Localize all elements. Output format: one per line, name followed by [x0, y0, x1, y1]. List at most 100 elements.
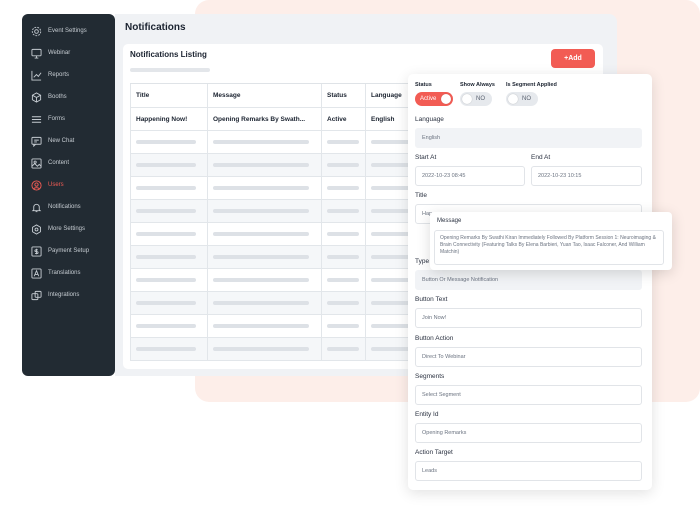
- sidebar-item-label: Payment Setup: [48, 248, 90, 254]
- table-row[interactable]: [130, 154, 420, 177]
- segment-applied-label: Is Segment Applied: [506, 82, 557, 88]
- action-target-field[interactable]: Leads: [415, 461, 642, 481]
- message-label: Message: [437, 218, 462, 224]
- table-row[interactable]: [130, 246, 420, 269]
- table-row[interactable]: [130, 131, 420, 154]
- placeholder-bar: [327, 324, 359, 328]
- placeholder-bar: [213, 232, 309, 236]
- title-label: Title: [415, 192, 428, 199]
- settings-icon: [31, 223, 42, 235]
- placeholder-bar: [371, 278, 411, 282]
- column-header-status[interactable]: Status: [322, 84, 366, 107]
- sidebar-item-payment-setup[interactable]: Payment Setup: [22, 240, 115, 262]
- list-icon: [31, 114, 42, 125]
- segments-field[interactable]: Select Segment: [415, 385, 642, 405]
- table-row[interactable]: [130, 200, 420, 223]
- chart-icon: [31, 70, 42, 81]
- sidebar-item-notifications[interactable]: Notifications: [22, 196, 115, 218]
- end-at-label: End At: [531, 154, 551, 161]
- show-always-toggle[interactable]: NO: [460, 92, 492, 106]
- table-row[interactable]: [130, 338, 420, 361]
- placeholder-bar: [371, 255, 411, 259]
- placeholder-bar: [136, 347, 196, 351]
- status-toggle[interactable]: Active: [415, 92, 453, 106]
- table-row[interactable]: [130, 292, 420, 315]
- bell-icon: [31, 202, 42, 213]
- sidebar-item-event-settings[interactable]: Event Settings: [22, 20, 115, 42]
- placeholder-bar: [136, 278, 196, 282]
- button-text-label: Button Text: [415, 296, 448, 303]
- placeholder-bar: [327, 301, 359, 305]
- sidebar: Event Settings Webinar Reports Booths Fo…: [22, 14, 115, 376]
- sidebar-item-reports[interactable]: Reports: [22, 64, 115, 86]
- toggle-knob: [508, 94, 518, 104]
- segments-label: Segments: [415, 373, 445, 380]
- placeholder-bar: [213, 347, 309, 351]
- sidebar-item-webinar[interactable]: Webinar: [22, 42, 115, 64]
- message-popup: Message Opening Remarks By Swathi Kiran …: [430, 212, 672, 270]
- sidebar-item-translations[interactable]: Translations: [22, 262, 115, 284]
- cell-status: Active: [322, 108, 366, 130]
- sidebar-item-content[interactable]: Content: [22, 152, 115, 174]
- show-always-toggle-text: NO: [476, 96, 485, 102]
- entity-id-field[interactable]: Opening Remarks: [415, 423, 642, 443]
- placeholder-bar: [371, 140, 411, 144]
- translate-icon: [31, 267, 42, 279]
- sidebar-item-users[interactable]: Users: [22, 174, 115, 196]
- placeholder-bar: [371, 186, 411, 190]
- sidebar-item-booths[interactable]: Booths: [22, 86, 115, 108]
- notifications-table: Title Message Status Language Happening …: [130, 83, 420, 361]
- placeholder-bar: [371, 232, 411, 236]
- table-row[interactable]: [130, 177, 420, 200]
- placeholder-bar: [327, 347, 359, 351]
- dollar-icon: [31, 245, 42, 257]
- notification-form: Status Active Show Always NO Is Segment …: [408, 74, 652, 490]
- sidebar-item-integrations[interactable]: Integrations: [22, 284, 115, 306]
- column-header-message[interactable]: Message: [208, 84, 322, 107]
- language-field[interactable]: English: [415, 128, 642, 148]
- end-at-field[interactable]: 2022-10-23 10:15: [531, 166, 642, 186]
- placeholder-bar: [327, 232, 359, 236]
- sidebar-item-label: Notifications: [48, 204, 81, 210]
- placeholder-bar: [213, 255, 309, 259]
- button-text-field[interactable]: Join Now!: [415, 308, 642, 328]
- sidebar-item-new-chat[interactable]: New Chat: [22, 130, 115, 152]
- start-at-field[interactable]: 2022-10-23 08:45: [415, 166, 525, 186]
- sidebar-item-label: Event Settings: [48, 28, 87, 34]
- listing-subtitle-placeholder: [130, 68, 210, 72]
- button-action-label: Button Action: [415, 335, 454, 342]
- placeholder-bar: [327, 163, 359, 167]
- message-field[interactable]: Opening Remarks By Swathi Kiran Immediat…: [434, 230, 664, 265]
- language-label: Language: [415, 116, 444, 123]
- sidebar-item-label: Webinar: [48, 50, 71, 56]
- placeholder-bar: [213, 324, 309, 328]
- placeholder-bar: [371, 163, 411, 167]
- status-label: Status: [415, 82, 432, 88]
- start-at-label: Start At: [415, 154, 437, 161]
- cell-message: Opening Remarks By Swath...: [208, 108, 322, 130]
- table-row[interactable]: Happening Now! Opening Remarks By Swath.…: [130, 108, 420, 131]
- sidebar-item-more-settings[interactable]: More Settings: [22, 218, 115, 240]
- sidebar-item-label: Content: [48, 160, 70, 166]
- sidebar-item-forms[interactable]: Forms: [22, 108, 115, 130]
- table-row[interactable]: [130, 269, 420, 292]
- add-button[interactable]: +Add: [551, 49, 595, 68]
- integrations-icon: [31, 290, 42, 301]
- placeholder-bar: [371, 324, 411, 328]
- type-field[interactable]: Button Or Message Notification: [415, 270, 642, 290]
- column-header-title[interactable]: Title: [130, 84, 208, 107]
- user-icon: [31, 179, 42, 191]
- table-row[interactable]: [130, 223, 420, 246]
- placeholder-bar: [136, 186, 196, 190]
- cell-title: Happening Now!: [130, 108, 208, 130]
- chat-icon: [31, 136, 42, 147]
- placeholder-bar: [327, 278, 359, 282]
- placeholder-bar: [213, 186, 309, 190]
- placeholder-bar: [136, 255, 196, 259]
- page-title: Notifications: [125, 22, 186, 33]
- button-action-field[interactable]: Direct To Webinar: [415, 347, 642, 367]
- sidebar-item-label: Integrations: [48, 292, 80, 298]
- sidebar-item-label: New Chat: [48, 138, 75, 144]
- segment-applied-toggle[interactable]: NO: [506, 92, 538, 106]
- table-row[interactable]: [130, 315, 420, 338]
